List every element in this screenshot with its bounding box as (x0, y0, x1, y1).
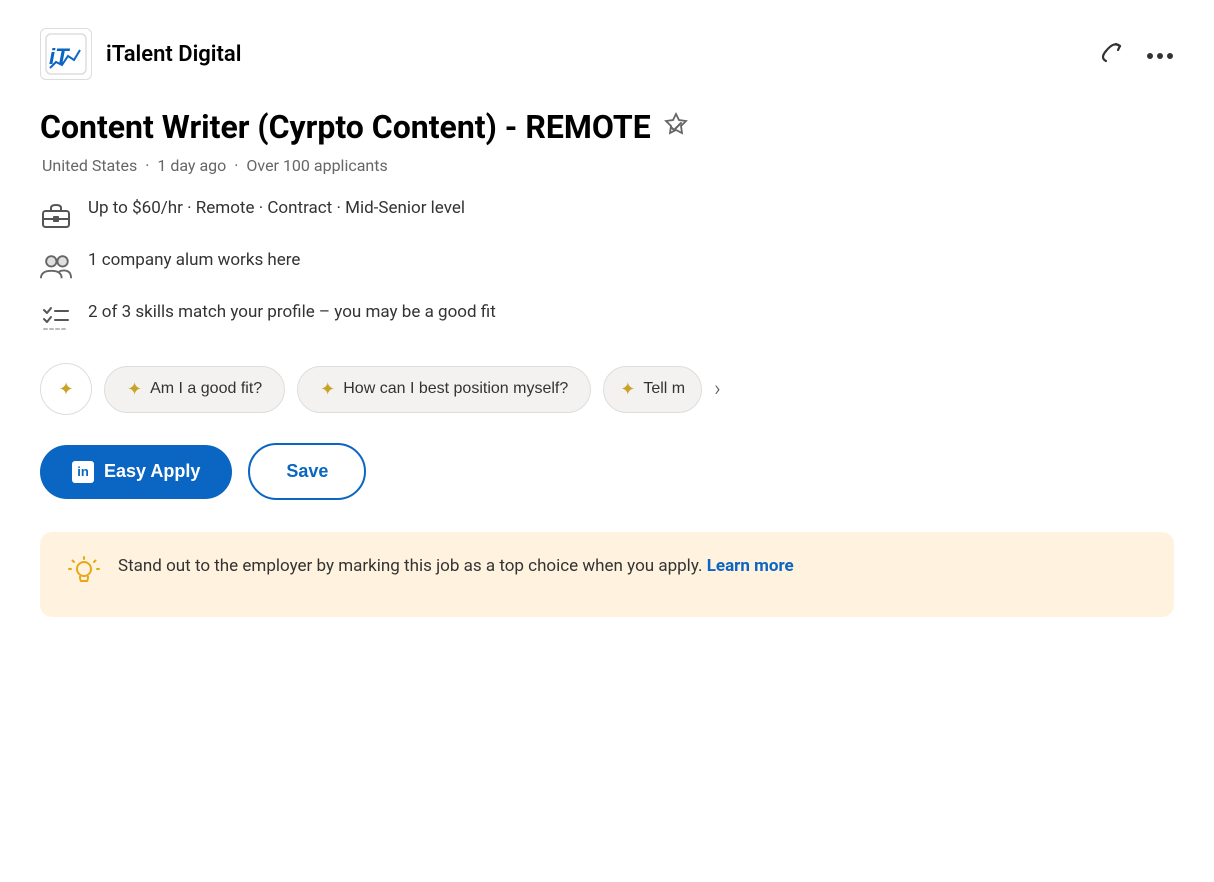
banner-text: Stand out to the employer by marking thi… (118, 554, 794, 580)
company-name: iTalent Digital (106, 42, 241, 67)
ai-main-button[interactable]: ✦ (40, 363, 92, 415)
job-meta: United States · 1 day ago · Over 100 app… (40, 156, 1174, 175)
chevron-right-icon[interactable]: › (714, 377, 721, 402)
easy-apply-button[interactable]: in Easy Apply (40, 445, 232, 499)
lightbulb-icon (68, 556, 100, 595)
job-compensation-text: Up to $60/hr · Remote · Contract · Mid-S… (88, 197, 465, 221)
ai-prompt-tell-button[interactable]: ✦ Tell m (603, 366, 702, 413)
job-card: iT iTalent Digital (0, 0, 1214, 882)
top-choice-banner: Stand out to the employer by marking thi… (40, 532, 1174, 617)
save-button[interactable]: Save (248, 443, 366, 500)
company-logo: iT (40, 28, 92, 80)
action-buttons: in Easy Apply Save (40, 443, 1174, 500)
job-details-skills: 2 of 3 skills match your profile – you m… (40, 301, 1174, 335)
sparkle-icon: ✦ (620, 379, 635, 400)
share-icon[interactable] (1096, 36, 1126, 73)
skills-text: 2 of 3 skills match your profile – you m… (88, 301, 496, 325)
alum-text: 1 company alum works here (88, 249, 300, 273)
ai-prompts-section: ✦ ✦ Am I a good fit? ✦ How can I best po… (40, 363, 1174, 415)
ai-prompt-position-button[interactable]: ✦ How can I best position myself? (297, 366, 591, 413)
people-icon (40, 251, 72, 283)
learn-more-link[interactable]: Learn more (707, 556, 794, 576)
sparkle-icon: ✦ (127, 379, 142, 400)
briefcase-icon (40, 199, 72, 231)
header-actions (1096, 36, 1174, 73)
header: iT iTalent Digital (40, 28, 1174, 80)
linkedin-icon: in (72, 461, 94, 483)
sparkle-icon: ✦ (58, 379, 73, 400)
ai-prompt-fit-button[interactable]: ✦ Am I a good fit? (104, 366, 285, 413)
verified-badge-icon (661, 112, 691, 142)
job-title: Content Writer (Cyrpto Content) - REMOTE (40, 108, 1174, 146)
sparkle-icon: ✦ (320, 379, 335, 400)
more-options-icon[interactable] (1146, 42, 1174, 67)
company-info: iT iTalent Digital (40, 28, 241, 80)
skills-checklist-icon (40, 303, 72, 335)
job-details-compensation: Up to $60/hr · Remote · Contract · Mid-S… (40, 197, 1174, 231)
job-details-alum: 1 company alum works here (40, 249, 1174, 283)
